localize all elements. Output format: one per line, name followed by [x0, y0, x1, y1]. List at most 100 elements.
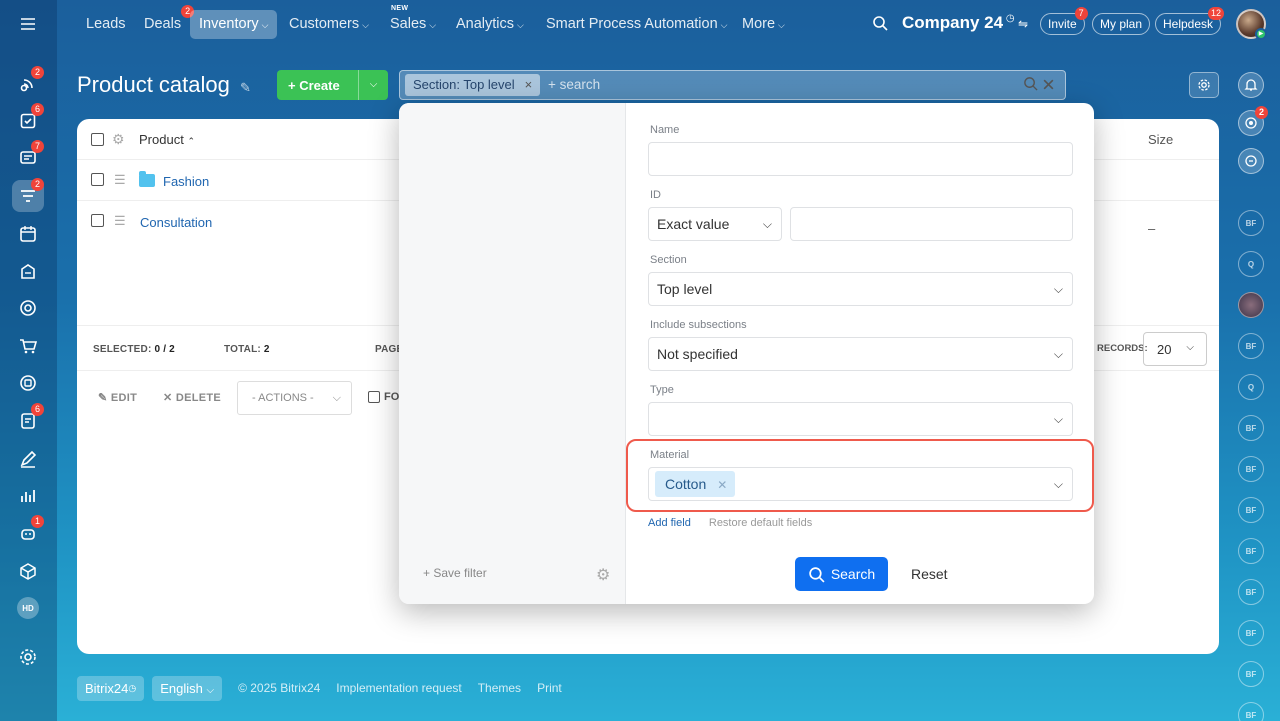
contact-photo-avatar[interactable] [1238, 292, 1264, 318]
contact-avatar[interactable]: BF [1238, 210, 1264, 236]
messages-icon[interactable] [1238, 148, 1264, 174]
hd-avatar[interactable]: HD [12, 592, 44, 624]
column-size[interactable]: Size [1148, 132, 1173, 147]
nav-label: Leads [86, 16, 126, 32]
id-input[interactable] [790, 207, 1073, 241]
implementation-request-link[interactable]: Implementation request [336, 681, 461, 695]
chat-icon[interactable]: 7 [12, 140, 44, 174]
type-select[interactable]: ⌵ [648, 402, 1073, 436]
themes-link[interactable]: Themes [478, 681, 521, 695]
nav-sales[interactable]: Sales ⌵ [381, 10, 445, 39]
records-per-page-select[interactable]: 20 ⌵ [1143, 332, 1207, 366]
contact-avatar[interactable]: Q [1238, 374, 1264, 400]
bell-icon[interactable] [1238, 72, 1264, 98]
settings-gear-button[interactable] [1189, 72, 1219, 98]
search-input[interactable]: + search [548, 77, 600, 92]
close-icon[interactable]: ✕ [717, 478, 727, 492]
close-icon[interactable]: × [525, 77, 533, 92]
contact-avatar[interactable]: BF [1238, 415, 1264, 441]
material-select[interactable]: Cotton ✕ ⌵ [648, 467, 1073, 501]
cart-icon[interactable] [12, 330, 44, 362]
menu-icon[interactable] [12, 8, 44, 40]
chevron-down-icon[interactable]: ⌵ [358, 70, 388, 100]
search-button[interactable]: Search [795, 557, 888, 591]
filter-chip[interactable]: Section: Top level × [405, 74, 541, 96]
contact-avatar[interactable]: Q [1238, 251, 1264, 277]
save-filter-button[interactable]: + Save filter [423, 566, 487, 580]
contact-avatar[interactable]: BF [1238, 620, 1264, 646]
calendar-icon[interactable] [12, 218, 44, 250]
column-product[interactable]: Product ⌃ [139, 132, 195, 147]
target-icon[interactable] [12, 292, 44, 324]
gear-icon[interactable]: ⚙ [596, 565, 610, 585]
drive-icon[interactable] [12, 255, 44, 287]
activity-icon[interactable]: 2 [1238, 106, 1268, 136]
material-tag[interactable]: Cotton ✕ [655, 471, 736, 497]
language-select[interactable]: English ⌵ [152, 675, 223, 701]
section-select[interactable]: Top level ⌵ [648, 272, 1073, 306]
nav-deals[interactable]: Deals 2 [135, 5, 195, 39]
actions-select[interactable]: - ACTIONS - ⌵ [237, 381, 352, 415]
contact-avatar[interactable]: BF [1238, 661, 1264, 687]
nav-label: Analytics [456, 16, 515, 32]
notes-icon[interactable]: 6 [12, 403, 44, 437]
contact-avatar[interactable]: BF [1238, 579, 1264, 605]
drag-handle-icon[interactable]: ☰ [114, 213, 127, 229]
delete-button[interactable]: ✕ DELETE [163, 391, 221, 404]
include-subsections-label: Include subsections [650, 319, 747, 331]
helpdesk-button[interactable]: Helpdesk 12 [1155, 7, 1225, 35]
feed-icon[interactable]: 2 [12, 66, 44, 100]
row-name-link[interactable]: Consultation [140, 215, 212, 230]
settings-icon[interactable] [12, 641, 44, 673]
contact-avatar[interactable]: BF [1238, 333, 1264, 359]
reset-button[interactable]: Reset [911, 566, 948, 582]
gear-icon[interactable]: ⚙ [112, 131, 125, 148]
my-plan-button[interactable]: My plan [1092, 13, 1151, 35]
robot-icon[interactable]: 1 [12, 515, 44, 549]
nav-analytics[interactable]: Analytics ⌵ [447, 10, 533, 39]
row-name-link[interactable]: Fashion [163, 174, 209, 189]
contact-avatar[interactable]: BF [1238, 497, 1264, 523]
add-field-link[interactable]: Add field [648, 517, 691, 529]
selected-count: SELECTED: 0 / 2 [93, 344, 175, 355]
close-icon[interactable] [1042, 78, 1055, 95]
contact-avatar[interactable]: BF [1238, 538, 1264, 564]
support-icon[interactable] [12, 367, 44, 399]
edit-button[interactable]: ✎ EDIT [98, 391, 137, 404]
id-mode-select[interactable]: Exact value ⌵ [648, 207, 782, 241]
row-checkbox[interactable] [91, 173, 104, 186]
tasks-icon[interactable]: 6 [12, 103, 44, 137]
play-icon: ▶ [1255, 28, 1267, 40]
user-avatar[interactable]: ▶ [1236, 9, 1267, 40]
row-checkbox[interactable] [91, 214, 104, 227]
invite-button[interactable]: Invite 7 [1040, 7, 1088, 35]
analytics-icon[interactable] [12, 480, 44, 512]
nav-automation[interactable]: Smart Process Automation ⌵ [537, 10, 737, 39]
search-icon [809, 566, 825, 583]
crm-filter-icon[interactable]: 2 [12, 178, 44, 212]
nav-leads[interactable]: Leads [77, 10, 135, 39]
contact-avatar[interactable]: BF [1238, 456, 1264, 482]
include-subsections-select[interactable]: Not specified ⌵ [648, 337, 1073, 371]
drag-handle-icon[interactable]: ☰ [114, 172, 127, 188]
name-input[interactable] [648, 142, 1073, 176]
for-all-checkbox[interactable] [368, 391, 380, 403]
sign-icon[interactable] [12, 443, 44, 475]
bitrix24-button[interactable]: Bitrix24◷ [77, 675, 145, 701]
nav-inventory[interactable]: Inventory ⌵ [190, 10, 278, 39]
search-icon[interactable] [872, 15, 888, 36]
filter-search-bar[interactable]: Section: Top level × + search [399, 70, 1066, 100]
badge: 7 [1074, 7, 1088, 20]
company-name[interactable]: Company 24 ◷ ⇋ [902, 13, 1028, 33]
nav-more[interactable]: More ⌵ [733, 10, 794, 39]
create-button[interactable]: + Create ⌵ [277, 70, 388, 100]
restore-default-fields-link[interactable]: Restore default fields [709, 517, 812, 529]
pin-icon[interactable]: ✎ [240, 80, 251, 96]
search-icon[interactable] [1023, 77, 1038, 95]
hd-label: HD [17, 597, 39, 619]
select-all-checkbox[interactable] [91, 133, 104, 146]
box-icon[interactable] [12, 555, 44, 587]
contact-avatar[interactable]: BF [1238, 702, 1264, 721]
print-link[interactable]: Print [537, 681, 562, 695]
nav-customers[interactable]: Customers ⌵ [280, 10, 378, 39]
